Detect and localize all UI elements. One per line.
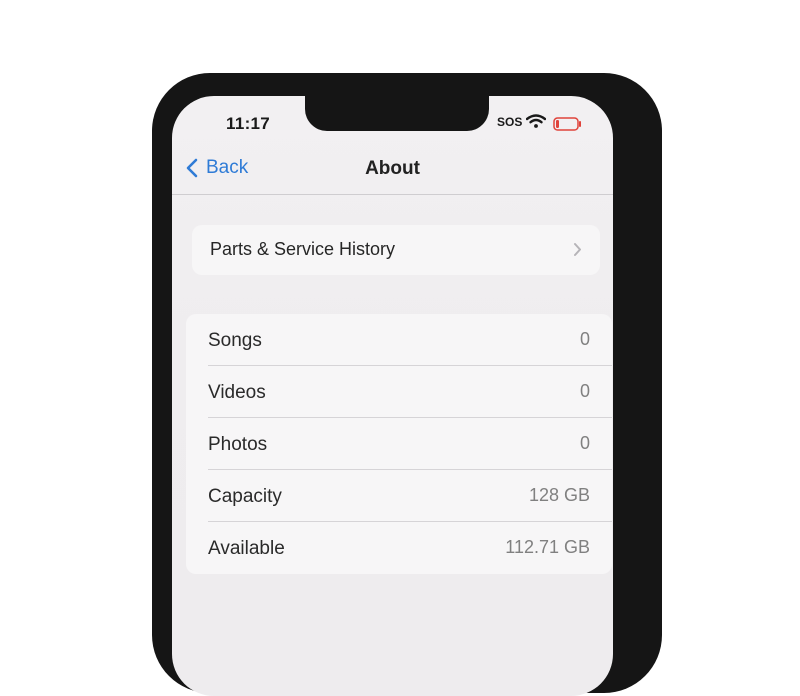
songs-value: 0	[579, 329, 590, 349]
list-item-videos: Videos 0	[186, 366, 612, 418]
available-value: 112.71 GB	[505, 537, 590, 557]
videos-value: 0	[579, 381, 590, 401]
list-item-available: Available 112.71 GB	[186, 522, 612, 574]
photos-value: 0	[579, 433, 590, 453]
list-item-capacity: Capacity 128 GB	[186, 470, 612, 522]
parts-service-history-label: Parts & Service History	[210, 239, 396, 259]
capacity-label: Capacity	[208, 486, 282, 507]
phone-screen: 11:17 SOS Back About Parts & Service His…	[172, 96, 613, 696]
photos-label: Photos	[208, 434, 268, 455]
parts-service-history-row[interactable]: Parts & Service History	[192, 225, 600, 275]
media-info-list: Songs 0 Videos 0 Photos 0 Capacity 128 G…	[186, 314, 612, 574]
camera-notch	[305, 96, 489, 131]
status-time: 11:17	[226, 114, 271, 133]
capacity-value: 128 GB	[528, 485, 590, 505]
status-carrier: SOS	[497, 115, 523, 129]
battery-icon	[553, 117, 581, 131]
chevron-right-icon	[574, 243, 581, 256]
available-label: Available	[208, 538, 285, 559]
videos-label: Videos	[208, 382, 266, 403]
list-item-photos: Photos 0	[186, 418, 612, 470]
songs-label: Songs	[208, 330, 262, 351]
page-title: About	[365, 158, 420, 179]
wifi-icon	[526, 114, 546, 128]
list-item-songs: Songs 0	[186, 314, 612, 366]
navigation-bar: Back About	[172, 146, 613, 195]
